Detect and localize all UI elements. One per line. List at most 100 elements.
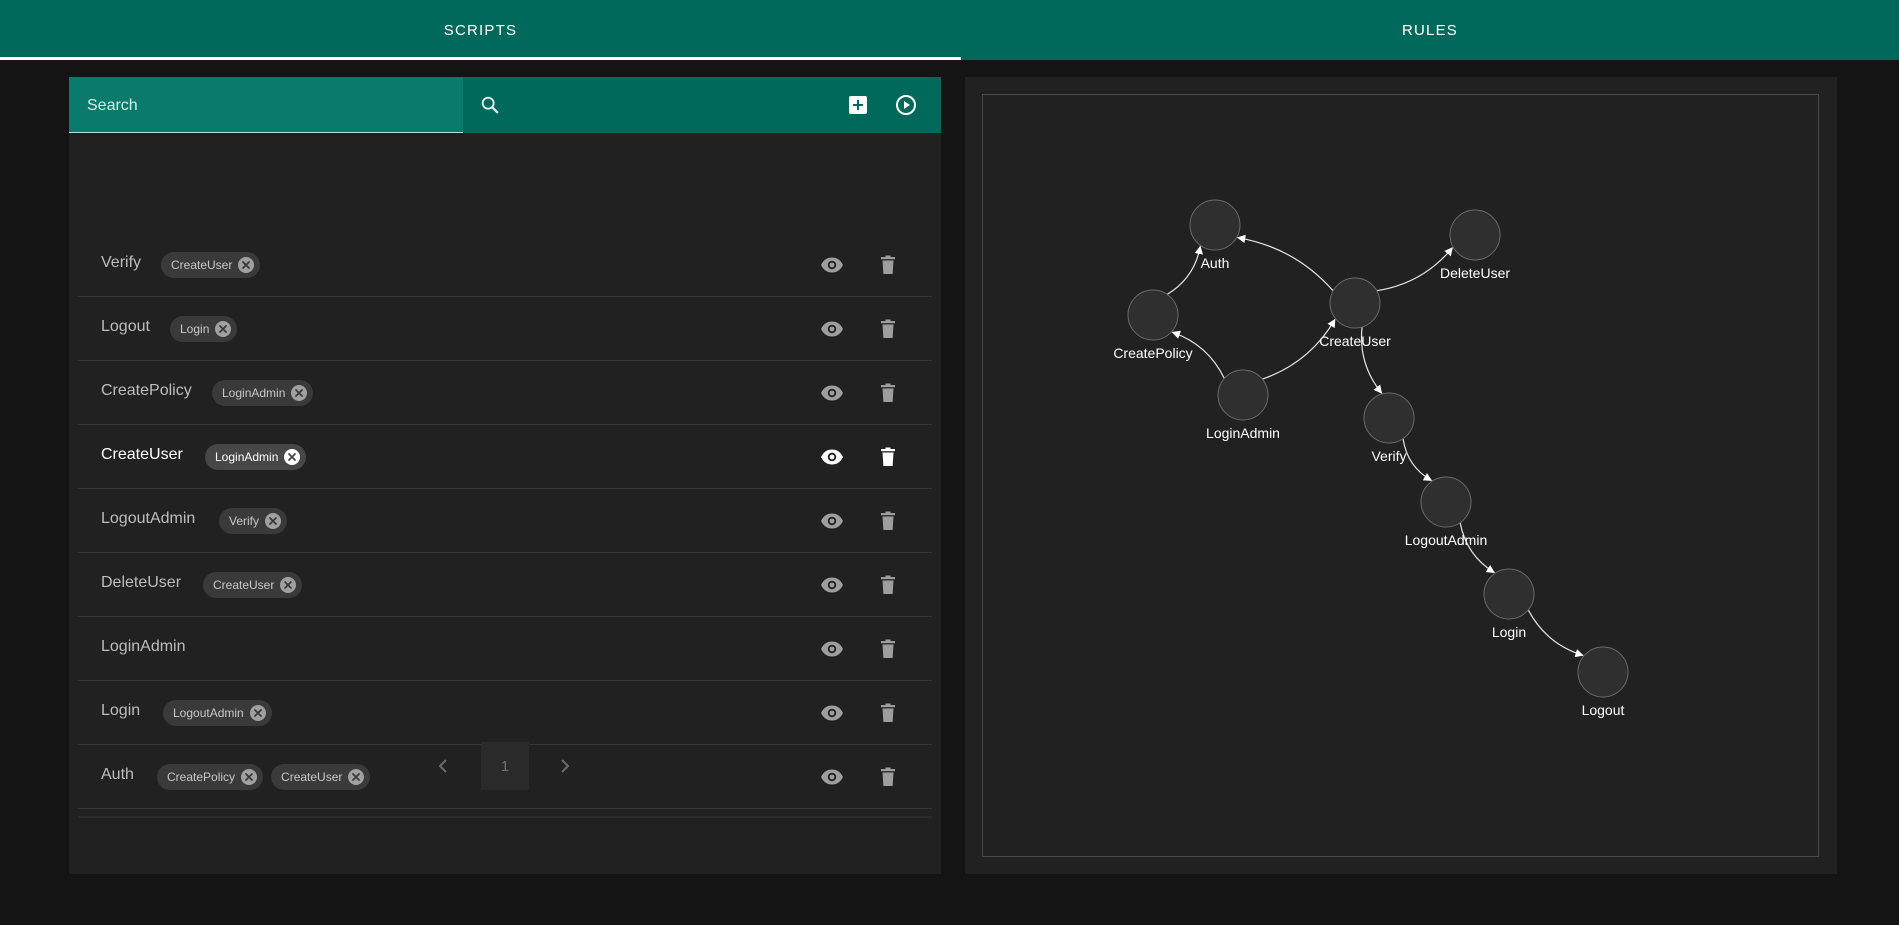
script-row[interactable]: LoginAdmin [78, 617, 932, 681]
script-name: Login [101, 702, 141, 719]
graph-node-circle[interactable] [1189, 199, 1241, 251]
delete-trash-icon[interactable] [876, 381, 900, 405]
search-input[interactable] [85, 91, 459, 121]
dependency-chip-label: CreateUser [213, 578, 275, 592]
remove-chip-icon[interactable] [291, 385, 308, 401]
dependency-chip[interactable]: CreateUser [271, 764, 371, 790]
dependency-chip[interactable]: CreateUser [161, 252, 261, 278]
graph-node-label: LogoutAdmin [1405, 532, 1488, 548]
graph-node-circle[interactable] [1577, 646, 1629, 698]
dependency-chips: LogoutAdmin [163, 700, 272, 726]
view-eye-icon[interactable] [820, 253, 844, 277]
delete-trash-icon[interactable] [876, 253, 900, 277]
graph-node[interactable]: DeleteUser [1440, 209, 1510, 281]
dependency-chips: CreateUser [203, 572, 303, 598]
tab-scripts[interactable]: SCRIPTS [0, 0, 961, 60]
view-eye-icon[interactable] [820, 637, 844, 661]
graph-node-circle[interactable] [1127, 289, 1179, 341]
graph-edge [1236, 234, 1334, 292]
graph-node[interactable]: Verify [1363, 392, 1415, 464]
script-row[interactable]: CreatePolicy LoginAdmin [78, 361, 932, 425]
dependency-chip-label: LogoutAdmin [173, 706, 244, 720]
dependency-chip[interactable]: Verify [219, 508, 288, 534]
script-name: Verify [101, 254, 142, 271]
delete-trash-icon[interactable] [876, 765, 900, 789]
script-name: Logout [101, 318, 150, 335]
graph-node-label: CreatePolicy [1113, 345, 1192, 361]
graph-node[interactable]: Login [1483, 568, 1535, 640]
graph-node[interactable]: CreateUser [1319, 277, 1391, 349]
chevron-left-icon[interactable] [431, 754, 455, 778]
view-eye-icon[interactable] [820, 381, 844, 405]
graph-node-circle[interactable] [1363, 392, 1415, 444]
graph-canvas[interactable]: Auth DeleteUser CreatePolicy CreateUser Logi… [982, 94, 1819, 857]
pagination-page-button[interactable]: 1 [481, 742, 529, 790]
dependency-chip-label: CreateUser [171, 258, 233, 272]
search-box[interactable] [69, 77, 463, 133]
graph-node-circle[interactable] [1449, 209, 1501, 261]
script-row[interactable]: Logout Login [78, 297, 932, 361]
dependency-chips: LoginAdmin [205, 444, 307, 470]
remove-chip-icon[interactable] [284, 449, 301, 465]
graph-node[interactable]: Auth [1189, 199, 1241, 271]
delete-trash-icon[interactable] [876, 509, 900, 533]
list-divider [78, 816, 932, 818]
graph-node-label: LoginAdmin [1206, 425, 1280, 441]
view-eye-icon[interactable] [820, 509, 844, 533]
remove-chip-icon[interactable] [280, 577, 297, 593]
tab-rules[interactable]: RULES [961, 0, 1899, 60]
dependency-chip-label: CreateUser [281, 770, 343, 784]
view-eye-icon[interactable] [820, 445, 844, 469]
remove-chip-icon[interactable] [215, 321, 232, 337]
add-box-icon[interactable] [846, 93, 870, 117]
dependency-chips: LoginAdmin [212, 380, 314, 406]
script-row[interactable]: Verify CreateUser [78, 233, 932, 297]
graph-edge [1402, 438, 1433, 482]
graph-node-label: Login [1492, 624, 1526, 640]
remove-chip-icon[interactable] [241, 769, 258, 785]
delete-trash-icon[interactable] [876, 573, 900, 597]
remove-chip-icon[interactable] [238, 257, 255, 273]
view-eye-icon[interactable] [820, 317, 844, 341]
delete-trash-icon[interactable] [876, 701, 900, 725]
remove-chip-icon[interactable] [249, 705, 266, 721]
view-eye-icon[interactable] [820, 765, 844, 789]
chevron-right-icon[interactable] [553, 754, 577, 778]
dependency-chip[interactable]: LogoutAdmin [163, 700, 272, 726]
graph-node[interactable]: LoginAdmin [1206, 369, 1280, 441]
dependency-chip[interactable]: CreateUser [203, 572, 303, 598]
script-row[interactable]: Login LogoutAdmin [78, 681, 932, 745]
script-row[interactable]: DeleteUser CreateUser [78, 553, 932, 617]
script-row[interactable]: CreateUser LoginAdmin [78, 425, 932, 489]
graph-node-label: Logout [1582, 702, 1625, 718]
dependency-chip[interactable]: Login [170, 316, 238, 342]
delete-trash-icon[interactable] [876, 445, 900, 469]
view-eye-icon[interactable] [820, 573, 844, 597]
graph-node[interactable]: LogoutAdmin [1405, 476, 1488, 548]
graph-node-circle[interactable] [1329, 277, 1381, 329]
search-icon[interactable] [479, 94, 501, 116]
graph-edge [1166, 245, 1204, 295]
script-row[interactable]: LogoutAdmin Verify [78, 489, 932, 553]
graph-node-circle[interactable] [1483, 568, 1535, 620]
scripts-toolbar [69, 77, 941, 133]
delete-trash-icon[interactable] [876, 637, 900, 661]
script-name: DeleteUser [101, 574, 182, 591]
graph-node[interactable]: CreatePolicy [1113, 289, 1193, 361]
dependency-chip[interactable]: LoginAdmin [212, 380, 314, 406]
script-name: LoginAdmin [101, 638, 186, 655]
scripts-panel: Verify CreateUser Logout Login CreatePolicy L… [69, 77, 941, 874]
graph-node-circle[interactable] [1420, 476, 1472, 528]
graph-node-label: CreateUser [1319, 333, 1391, 349]
delete-trash-icon[interactable] [876, 317, 900, 341]
remove-chip-icon[interactable] [348, 769, 365, 785]
dependency-chip[interactable]: CreatePolicy [157, 764, 264, 790]
script-name: Auth [101, 766, 134, 783]
graph-node[interactable]: Logout [1577, 646, 1629, 718]
view-eye-icon[interactable] [820, 701, 844, 725]
top-tab-bar: SCRIPTS RULES [0, 0, 1899, 60]
play-circle-icon[interactable] [894, 93, 918, 117]
remove-chip-icon[interactable] [265, 513, 282, 529]
graph-node-circle[interactable] [1217, 369, 1269, 421]
dependency-chip[interactable]: LoginAdmin [205, 444, 307, 470]
